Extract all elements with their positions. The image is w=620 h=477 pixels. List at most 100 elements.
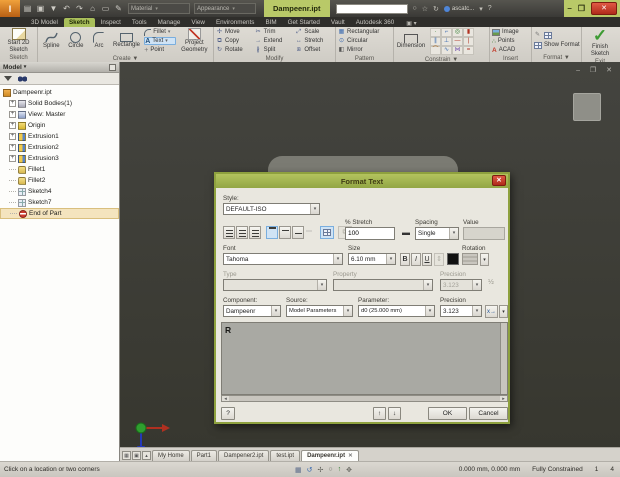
filter-icon[interactable] xyxy=(4,76,12,81)
expand-icon[interactable]: + xyxy=(9,111,16,118)
move-up-button[interactable]: ↑ xyxy=(373,407,386,420)
viewcube[interactable] xyxy=(573,93,601,121)
pan-icon[interactable]: ✢ xyxy=(318,466,324,474)
tree-item-sketch4[interactable]: Sketch4 xyxy=(0,186,119,197)
ok-button[interactable]: OK xyxy=(428,407,467,420)
iso-view-icon[interactable]: ▣ xyxy=(132,451,141,460)
rotation-dropdown-button[interactable]: ▾ xyxy=(480,253,489,266)
material-combo[interactable]: Material ▾ xyxy=(128,3,190,14)
font-combo[interactable]: Tahoma ▾ xyxy=(223,253,343,265)
tab-get-started[interactable]: Get Started xyxy=(283,18,325,27)
browser-options-icon[interactable] xyxy=(109,63,116,71)
restore-button[interactable]: ❐ xyxy=(578,2,585,15)
tree-item-extrusion2[interactable]: + Extrusion2 xyxy=(0,142,119,153)
spline-button[interactable]: Spline xyxy=(40,32,63,50)
component-combo[interactable]: Dampeenr ▾ xyxy=(223,305,281,317)
doc-tab-part1[interactable]: Part1 xyxy=(190,450,218,461)
refresh-icon[interactable]: ↻ xyxy=(433,5,439,13)
mirror-button[interactable]: ◧ Mirror xyxy=(338,46,391,54)
move-button[interactable]: ✢ Move xyxy=(216,28,252,36)
align-middle-button[interactable] xyxy=(279,226,291,239)
tree-item-extrusion3[interactable]: + Extrusion3 xyxy=(0,153,119,164)
spacing-combo[interactable]: Single ▾ xyxy=(415,227,459,240)
search-tree-icon[interactable] xyxy=(18,75,27,82)
perpendicular-constraint-icon[interactable]: ⊥ xyxy=(441,37,452,46)
appearance-combo[interactable]: Appearance ▾ xyxy=(194,3,256,14)
tab-view[interactable]: View xyxy=(186,18,210,27)
equal-constraint-icon[interactable]: = xyxy=(463,46,474,55)
sign-in-button[interactable]: ascatc... xyxy=(443,5,474,12)
chevron-down-icon[interactable]: ▾ xyxy=(479,5,483,13)
camera-dropdown-icon[interactable]: ▣ ▾ xyxy=(406,20,416,27)
star-icon[interactable]: ☆ xyxy=(422,5,428,13)
horizontal-constraint-icon[interactable]: ― xyxy=(452,37,463,46)
tree-item-sketch7[interactable]: Sketch7 xyxy=(0,197,119,208)
browser-header[interactable]: Model ▾ xyxy=(0,62,119,73)
scroll-right-icon[interactable]: ▸ xyxy=(500,396,507,402)
close-tab-icon[interactable]: ✕ xyxy=(348,451,353,461)
redo-icon[interactable]: ↷ xyxy=(74,3,85,14)
expand-icon[interactable]: + xyxy=(9,100,16,107)
sketch-qat-icon[interactable]: ✎ xyxy=(113,3,124,14)
insert-parameter-button[interactable]: x→ xyxy=(485,305,498,318)
scale-button[interactable]: ⤢ Scale xyxy=(295,28,333,36)
text-stretch-button[interactable]: ⇕ xyxy=(434,253,444,266)
parameter-extra-dropdown[interactable]: ▾ xyxy=(499,305,508,318)
collinear-constraint-icon[interactable]: ⌐ xyxy=(441,28,452,37)
project-geometry-button[interactable]: Project Geometry xyxy=(178,28,211,53)
char-spacing-icon[interactable]: ⋯ xyxy=(306,228,313,235)
orbit-icon[interactable]: ↑ xyxy=(338,466,342,474)
tab-inspect[interactable]: Inspect xyxy=(96,18,126,27)
style-combo[interactable]: DEFAULT-ISO ▾ xyxy=(223,203,320,215)
help-button[interactable]: ? xyxy=(221,407,235,420)
tree-item-origin[interactable]: + Origin xyxy=(0,120,119,131)
italic-button[interactable]: I xyxy=(411,253,421,266)
rotate-button[interactable]: ↻ Rotate xyxy=(216,46,252,54)
finish-sketch-button[interactable]: ✓ Finish Sketch xyxy=(584,27,616,57)
parallel-constraint-icon[interactable]: ∥ xyxy=(430,37,441,46)
dialog-title-bar[interactable]: Format Text ✕ xyxy=(216,174,508,188)
tab-manage[interactable]: Manage xyxy=(153,18,186,27)
split-button[interactable]: ∦ Split xyxy=(255,46,293,54)
start-2d-sketch-button[interactable]: Start 2D Sketch xyxy=(2,28,35,53)
parameter-combo[interactable]: d0 (25.000 mm) ▾ xyxy=(358,305,435,317)
panel-label-sketch[interactable]: Sketch xyxy=(0,54,37,62)
tree-item-extrusion1[interactable]: + Extrusion1 xyxy=(0,131,119,142)
tree-item-end-of-part[interactable]: End of Part xyxy=(0,208,119,219)
search-icon[interactable]: ○ xyxy=(413,5,417,12)
doc-tab-my-home[interactable]: My Home xyxy=(152,450,190,461)
select-filter-icon[interactable]: ▦ xyxy=(295,466,302,474)
new-file-icon[interactable]: ▤ xyxy=(22,3,33,14)
save-icon[interactable]: ▼ xyxy=(48,3,59,14)
acad-button[interactable]: A ACAD xyxy=(492,46,529,54)
doc-tab-dampener2[interactable]: Dampener2.ipt xyxy=(218,450,270,461)
tab-environments[interactable]: Environments xyxy=(211,18,260,27)
text-entry-area[interactable]: R xyxy=(221,322,508,395)
tab-scroll-up-icon[interactable]: ▴ xyxy=(142,451,151,460)
text-color-swatch[interactable] xyxy=(447,253,459,265)
zoom-icon[interactable]: ○ xyxy=(328,466,332,474)
extend-button[interactable]: → Extend xyxy=(255,37,293,45)
home-icon[interactable]: ⌂ xyxy=(87,3,98,14)
tree-item-fillet1[interactable]: Fillet1 xyxy=(0,164,119,175)
move-down-button[interactable]: ↓ xyxy=(388,407,401,420)
close-button[interactable]: ✕ xyxy=(591,2,617,15)
minimize-button[interactable]: – xyxy=(567,2,571,15)
bold-button[interactable]: B xyxy=(400,253,410,266)
align-top-button[interactable] xyxy=(266,226,278,239)
tile-windows-icon[interactable]: ▦ xyxy=(122,451,131,460)
expand-icon[interactable]: + xyxy=(9,144,16,151)
expand-icon[interactable]: + xyxy=(9,155,16,162)
justify-left-button[interactable] xyxy=(223,226,235,239)
tangent-constraint-icon[interactable]: ⌒ xyxy=(430,46,441,55)
expand-icon[interactable]: + xyxy=(9,133,16,140)
size-combo[interactable]: 6.10 mm ▾ xyxy=(348,253,396,265)
print-icon[interactable]: ▭ xyxy=(100,3,111,14)
points-button[interactable]: ∴ Points xyxy=(492,37,529,45)
format-painter-icon[interactable]: ✎ xyxy=(534,32,541,39)
tab-3d-model[interactable]: 3D Model xyxy=(26,18,63,27)
doc-tab-dampeenr[interactable]: Dampeenr.ipt ✕ xyxy=(301,450,359,461)
tab-autodesk-360[interactable]: Autodesk 360 xyxy=(351,18,400,27)
inventor-logo-icon[interactable]: I xyxy=(0,0,20,17)
tab-vault[interactable]: Vault xyxy=(326,18,350,27)
